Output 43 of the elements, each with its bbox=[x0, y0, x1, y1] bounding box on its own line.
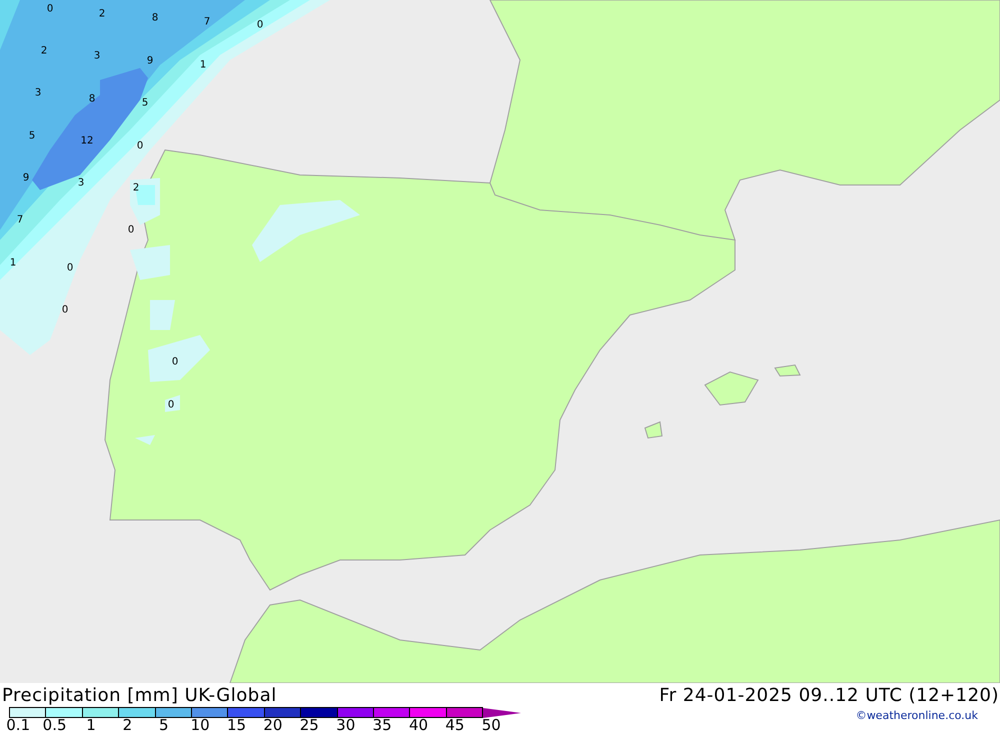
scale-label: 15 bbox=[226, 718, 248, 733]
scale-label: 40 bbox=[408, 718, 430, 733]
overflow-triangle-icon bbox=[483, 708, 522, 718]
scale-label: 5 bbox=[158, 718, 170, 733]
precipitation-value: 0 bbox=[66, 262, 74, 274]
precipitation-value: 0 bbox=[256, 20, 264, 31]
precipitation-value: 8 bbox=[88, 94, 96, 105]
precipitation-value: 0 bbox=[62, 304, 68, 316]
valid-time: Fr 24-01-2025 09..12 UTC (12+120) bbox=[659, 684, 999, 706]
precipitation-value: 0 bbox=[46, 4, 54, 15]
credit-link[interactable]: ©weatheronline.co.uk bbox=[856, 709, 978, 722]
scale-label: 2 bbox=[122, 718, 134, 733]
scale-label: 0.5 bbox=[42, 718, 68, 733]
scale-label: 0.1 bbox=[5, 718, 32, 733]
precipitation-value: 0 bbox=[168, 400, 174, 411]
precipitation-value: 7 bbox=[16, 214, 24, 226]
precipitation-value: 9 bbox=[146, 56, 154, 67]
scale-label: 35 bbox=[372, 718, 393, 733]
precipitation-value: 5 bbox=[28, 130, 36, 142]
scale-label: 1 bbox=[85, 718, 97, 733]
precipitation-value: 0 bbox=[172, 356, 178, 368]
precipitation-value: 0 bbox=[128, 224, 134, 236]
scale-label: 25 bbox=[298, 718, 320, 733]
scale-label: 45 bbox=[444, 718, 466, 733]
scale-label: 10 bbox=[190, 718, 211, 733]
precipitation-value: 3 bbox=[34, 88, 42, 99]
precipitation-value: 1 bbox=[200, 60, 206, 71]
precipitation-value: 3 bbox=[78, 178, 84, 189]
precipitation-value: 2 bbox=[132, 182, 140, 194]
precipitation-value: 8 bbox=[152, 12, 158, 24]
precipitation-value: 9 bbox=[22, 172, 30, 184]
precipitation-value: 12 bbox=[80, 136, 94, 147]
precipitation-value: 3 bbox=[94, 50, 100, 62]
legend-title: Precipitation [mm] UK-Global bbox=[2, 684, 277, 706]
precipitation-value: 2 bbox=[98, 8, 106, 20]
scale-label: 30 bbox=[335, 718, 356, 733]
precipitation-value: 7 bbox=[204, 16, 210, 28]
precipitation-value: 5 bbox=[142, 98, 148, 109]
scale-label: 50 bbox=[480, 718, 502, 733]
precipitation-value: 0 bbox=[136, 140, 144, 152]
scale-label: 20 bbox=[262, 718, 284, 733]
precipitation-value: 2 bbox=[40, 46, 48, 57]
precipitation-value: 1 bbox=[10, 258, 16, 269]
